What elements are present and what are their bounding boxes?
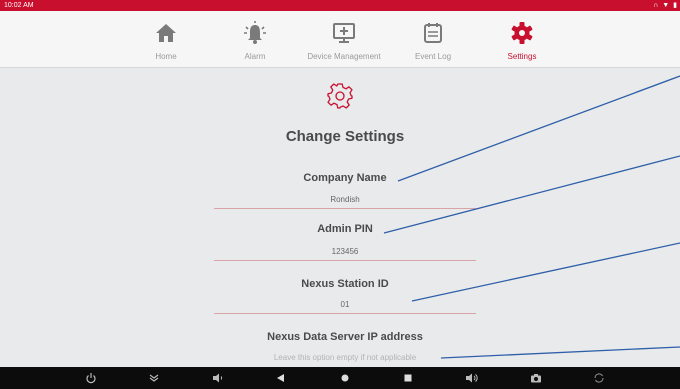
status-bar: 10:02 AM ∩ ▼ ▮ (0, 0, 680, 11)
settings-gear-icon (326, 82, 354, 115)
system-navigation-bar (0, 367, 680, 389)
status-time: 10:02 AM (4, 2, 34, 9)
recents-icon[interactable] (399, 370, 417, 386)
company-name-underline (214, 208, 476, 209)
back-icon[interactable] (272, 370, 290, 386)
home-dot-icon[interactable] (336, 370, 354, 386)
headphones-icon: ∩ (653, 2, 660, 9)
server-ip-label: Nexus Data Server IP address (267, 331, 423, 343)
page-title: Change Settings (285, 128, 405, 145)
rotate-icon[interactable] (590, 370, 608, 386)
battery-icon: ▮ (673, 2, 678, 9)
admin-pin-label: Admin PIN (317, 223, 373, 235)
admin-pin-underline (214, 260, 476, 261)
volume-down-icon[interactable] (209, 370, 227, 386)
company-name-label: Company Name (303, 172, 387, 184)
tab-settings-label: Settings (507, 52, 537, 61)
station-id-input[interactable]: 01 (214, 300, 476, 309)
expand-down-icon[interactable] (145, 370, 163, 386)
server-ip-input[interactable]: Leave this option empty if not applicabl… (214, 353, 476, 362)
tab-settings[interactable]: Settings (467, 11, 577, 67)
power-icon[interactable] (82, 370, 100, 386)
status-icons: ∩ ▼ ▮ (653, 0, 678, 11)
admin-pin-input[interactable]: 123456 (214, 247, 476, 256)
top-navigation: Home Alarm Device Management Event Log S… (0, 11, 680, 68)
wifi-icon: ▼ (662, 2, 671, 9)
company-name-input[interactable]: Rondish (214, 195, 476, 204)
settings-panel: Change Settings Company Name Rondish Adm… (0, 68, 680, 367)
gear-icon (467, 20, 577, 46)
station-id-underline (214, 313, 476, 314)
camera-icon[interactable] (527, 370, 545, 386)
volume-up-icon[interactable] (463, 370, 481, 386)
station-id-label: Nexus Station ID (301, 278, 389, 290)
